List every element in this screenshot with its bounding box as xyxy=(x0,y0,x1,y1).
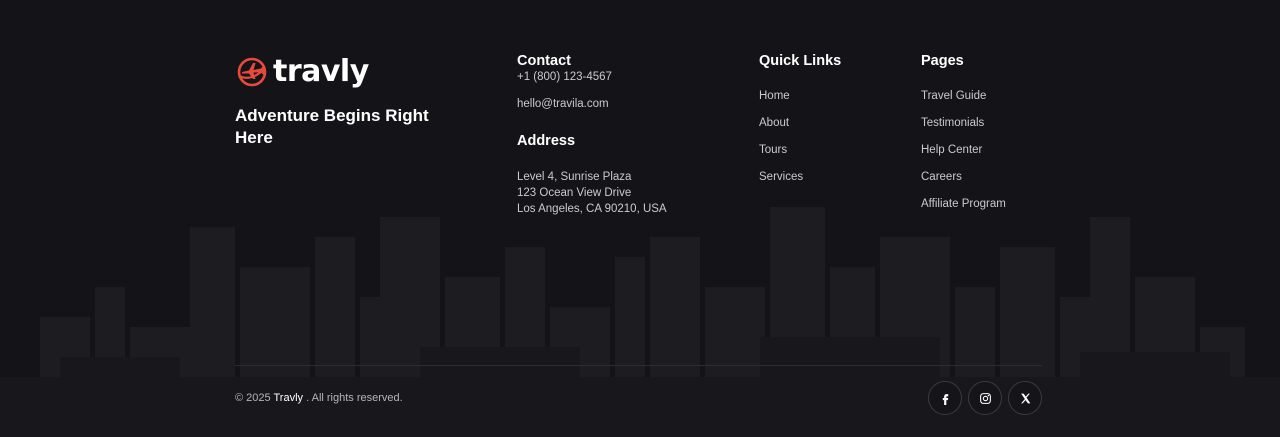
address-line: Level 4, Sunrise Plaza xyxy=(517,171,632,183)
address-line: Los Angeles, CA 90210, USA xyxy=(517,203,667,215)
site-footer: travly Adventure Begins Right Here Conta… xyxy=(0,0,1280,437)
page-link-affiliate-program[interactable]: Affiliate Program xyxy=(921,197,1006,224)
quick-links-column: Quick Links Home About Tours Services xyxy=(759,52,841,197)
address-title: Address xyxy=(517,133,576,149)
quick-link-services[interactable]: Services xyxy=(759,170,841,197)
brand-tagline: Adventure Begins Right Here xyxy=(235,106,429,147)
facebook-button[interactable] xyxy=(928,381,962,415)
contact-email[interactable]: hello@travila.com xyxy=(517,97,667,124)
brand-block: travly Adventure Begins Right Here xyxy=(235,54,435,149)
facebook-icon xyxy=(942,393,948,405)
pages-list: Travel Guide Testimonials Help Center Ca… xyxy=(921,89,1006,224)
copyright-suffix: . All rights reserved. xyxy=(306,392,403,404)
page-link-travel-guide[interactable]: Travel Guide xyxy=(921,89,1006,116)
quick-link-home[interactable]: Home xyxy=(759,89,841,116)
page-link-help-center[interactable]: Help Center xyxy=(921,143,1006,170)
pages-column: Pages Travel Guide Testimonials Help Cen… xyxy=(921,52,1006,224)
quick-links-list: Home About Tours Services xyxy=(759,89,841,197)
x-twitter-button[interactable] xyxy=(1008,381,1042,415)
brand-name: travly xyxy=(273,54,369,89)
instagram-button[interactable] xyxy=(968,381,1002,415)
contact-column: Contact +1 (800) 123-4567 hello@travila.… xyxy=(517,52,667,217)
copyright-prefix: © 2025 xyxy=(235,392,271,404)
pages-title: Pages xyxy=(921,53,964,69)
page-link-careers[interactable]: Careers xyxy=(921,170,1006,197)
copyright-brand[interactable]: Travly xyxy=(274,392,304,404)
quick-link-about[interactable]: About xyxy=(759,116,841,143)
x-twitter-icon xyxy=(1020,393,1030,403)
contact-title: Contact xyxy=(517,53,571,69)
contact-phone[interactable]: +1 (800) 123-4567 xyxy=(517,70,667,97)
social-links xyxy=(928,381,1042,415)
page-link-testimonials[interactable]: Testimonials xyxy=(921,116,1006,143)
quick-link-tours[interactable]: Tours xyxy=(759,143,841,170)
address-line: 123 Ocean View Drive xyxy=(517,187,632,199)
footer-divider xyxy=(235,365,1042,366)
logo[interactable]: travly xyxy=(235,54,435,90)
copyright-text: © 2025 Travly . All rights reserved. xyxy=(235,391,403,405)
quick-links-title: Quick Links xyxy=(759,53,842,69)
instagram-icon xyxy=(979,392,991,404)
address-block: Level 4, Sunrise Plaza 123 Ocean View Dr… xyxy=(517,169,667,217)
airplane-globe-icon xyxy=(237,57,267,87)
